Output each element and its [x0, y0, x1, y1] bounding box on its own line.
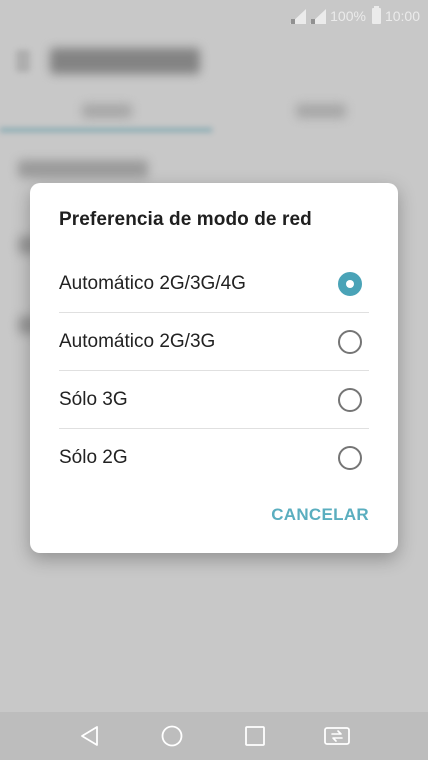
- radio-button[interactable]: [338, 330, 362, 354]
- back-icon[interactable]: [78, 724, 102, 748]
- option-auto-2g-3g[interactable]: Automático 2G/3G: [30, 313, 398, 371]
- network-mode-dialog: Preferencia de modo de red Automático 2G…: [30, 183, 398, 553]
- home-icon[interactable]: [160, 724, 184, 748]
- option-only-2g[interactable]: Sólo 2G: [30, 429, 398, 487]
- dialog-title: Preferencia de modo de red: [59, 209, 312, 230]
- option-label: Automático 2G/3G/4G: [59, 273, 246, 294]
- option-label: Automático 2G/3G: [59, 331, 216, 352]
- radio-button[interactable]: [338, 388, 362, 412]
- network-mode-options: Automático 2G/3G/4G Automático 2G/3G Sól…: [30, 255, 398, 487]
- dual-window-icon[interactable]: [323, 724, 350, 748]
- option-label: Sólo 3G: [59, 389, 128, 410]
- cancel-button[interactable]: CANCELAR: [271, 505, 369, 525]
- option-label: Sólo 2G: [59, 447, 128, 468]
- option-auto-2g-3g-4g[interactable]: Automático 2G/3G/4G: [30, 255, 398, 313]
- radio-button[interactable]: [338, 446, 362, 470]
- radio-button-selected[interactable]: [338, 272, 362, 296]
- recents-icon[interactable]: [243, 724, 267, 748]
- navigation-bar: [0, 712, 428, 760]
- option-only-3g[interactable]: Sólo 3G: [30, 371, 398, 429]
